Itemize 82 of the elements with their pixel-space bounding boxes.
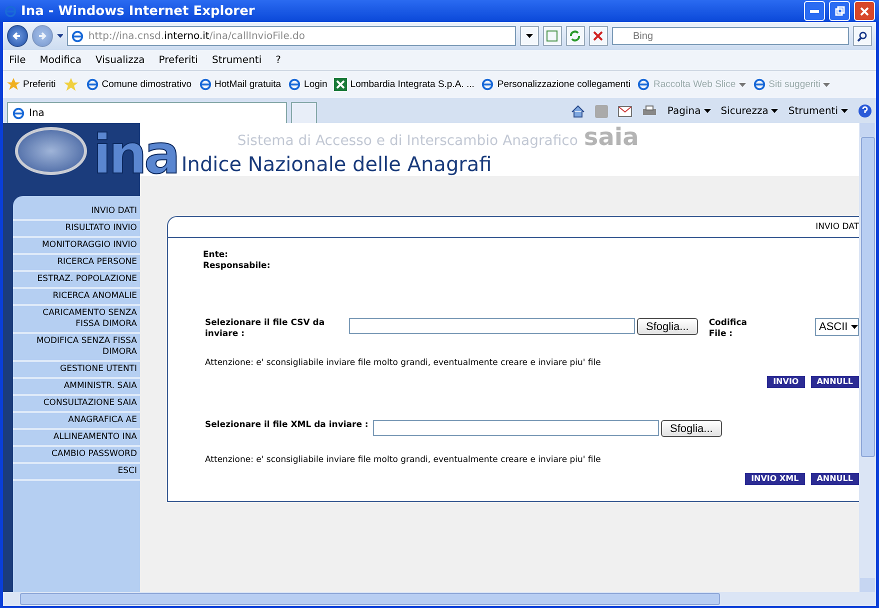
vertical-scrollbar[interactable] [859, 123, 876, 592]
caret-icon [771, 109, 778, 113]
browser-icon [481, 78, 494, 91]
menu-item[interactable]: Visualizza [96, 54, 145, 66]
command-menu[interactable]: Sicurezza [720, 106, 778, 116]
address-field[interactable]: http://ina.cnsd.interno.it/ina/callInvioFile.do [67, 26, 516, 46]
browser-icon [198, 78, 212, 91]
browse-button[interactable]: Sfoglia... [661, 420, 722, 437]
help-icon[interactable] [858, 104, 872, 118]
caret-icon [841, 109, 848, 113]
favorite-link[interactable]: Login [288, 78, 328, 91]
printer-icon[interactable] [642, 104, 658, 118]
menu-item[interactable]: Preferiti [158, 54, 198, 66]
search-field[interactable]: Bing [612, 27, 849, 45]
browser-icon [71, 30, 84, 42]
brand-logo: saia [584, 123, 639, 151]
compatibility-button[interactable] [542, 26, 562, 46]
browser-icon [637, 78, 650, 91]
horizontal-scrollbar[interactable] [3, 592, 876, 606]
encoding-select[interactable]: ASCII [815, 318, 859, 336]
info-label: Responsabile: [203, 261, 272, 272]
search-button[interactable] [852, 26, 872, 46]
stop-icon [593, 31, 604, 41]
menu-item[interactable]: ? [276, 54, 281, 66]
search-icon [856, 30, 868, 42]
browser-icon [752, 78, 766, 91]
minimize-icon [810, 10, 819, 12]
field-label: Selezionare il file XML da inviare : [205, 420, 370, 431]
favorite-link[interactable]: Lombardia Integrata S.p.A. ... [334, 78, 474, 91]
warning-text: Attenzione: e' sconsigliabile inviare file molto grandi, eventualmente creare e inviare piu' file [205, 358, 602, 368]
home-icon[interactable] [571, 104, 586, 118]
caret-icon [56, 34, 64, 38]
form-button[interactable]: INVIO [767, 376, 805, 388]
menu-item[interactable]: Strumenti [212, 54, 262, 66]
stop-button[interactable] [588, 26, 608, 46]
favorite-link[interactable]: HotMail gratuita [198, 78, 282, 91]
window-title: Ina - Windows Internet Explorer [21, 4, 256, 18]
star-icon [7, 78, 20, 91]
menu-item[interactable]: Modifica [40, 54, 82, 66]
refresh-icon [569, 30, 582, 42]
form-button[interactable]: ANNULL [810, 473, 859, 485]
browser-tab[interactable]: Ina [7, 102, 287, 123]
caret-icon [704, 109, 711, 113]
back-arrow-icon [12, 31, 22, 41]
caret-icon [526, 34, 533, 38]
info-label: Ente: [203, 250, 230, 261]
warning-text: Attenzione: e' sconsigliabile inviare file molto grandi, eventualmente creare e inviare piu' file [205, 455, 602, 465]
site-icon [334, 78, 348, 91]
mail-icon[interactable] [618, 106, 632, 116]
browser-icon [86, 78, 99, 91]
close-button[interactable] [854, 1, 875, 21]
browse-button[interactable]: Sfoglia... [637, 318, 698, 335]
page-icon [546, 30, 558, 42]
command-menu[interactable]: Strumenti [788, 106, 848, 116]
site-subtitle: Sistema di Accesso e di Interscambio Anagrafico [237, 133, 578, 149]
restore-button[interactable] [829, 1, 850, 21]
form-button[interactable]: INVIO XML [745, 473, 805, 485]
dropdown-button[interactable] [520, 26, 539, 46]
site-title: Indice Nazionale delle Anagrafi [181, 151, 493, 177]
file-input[interactable] [349, 318, 635, 334]
back-button[interactable] [7, 25, 28, 47]
close-icon [860, 6, 869, 16]
menu-item[interactable]: File [9, 54, 26, 66]
minimize-button[interactable] [804, 1, 825, 21]
command-menu[interactable]: Pagina [667, 106, 711, 116]
browser-icon [12, 106, 25, 120]
favorites-button[interactable]: Preferiti [7, 78, 56, 91]
panel-title: INVIO DAT [816, 222, 859, 232]
browser-icon [288, 78, 302, 91]
favorite-link[interactable]: Comune dimostrativo [86, 78, 192, 91]
field-label: Codifica File : [708, 318, 748, 340]
caret-icon [823, 82, 830, 86]
caret-icon [851, 325, 858, 329]
caret-icon [738, 82, 746, 86]
favorite-link[interactable]: Personalizzazione collegamenti [481, 78, 630, 91]
browser-icon [4, 4, 17, 18]
refresh-button[interactable] [566, 26, 585, 46]
field-label: Selezionare il file CSV da inviare : [205, 318, 326, 340]
forward-arrow-icon [37, 31, 48, 41]
file-input[interactable] [373, 420, 659, 436]
form-button[interactable]: ANNULL [810, 376, 859, 388]
restore-icon [834, 6, 844, 16]
